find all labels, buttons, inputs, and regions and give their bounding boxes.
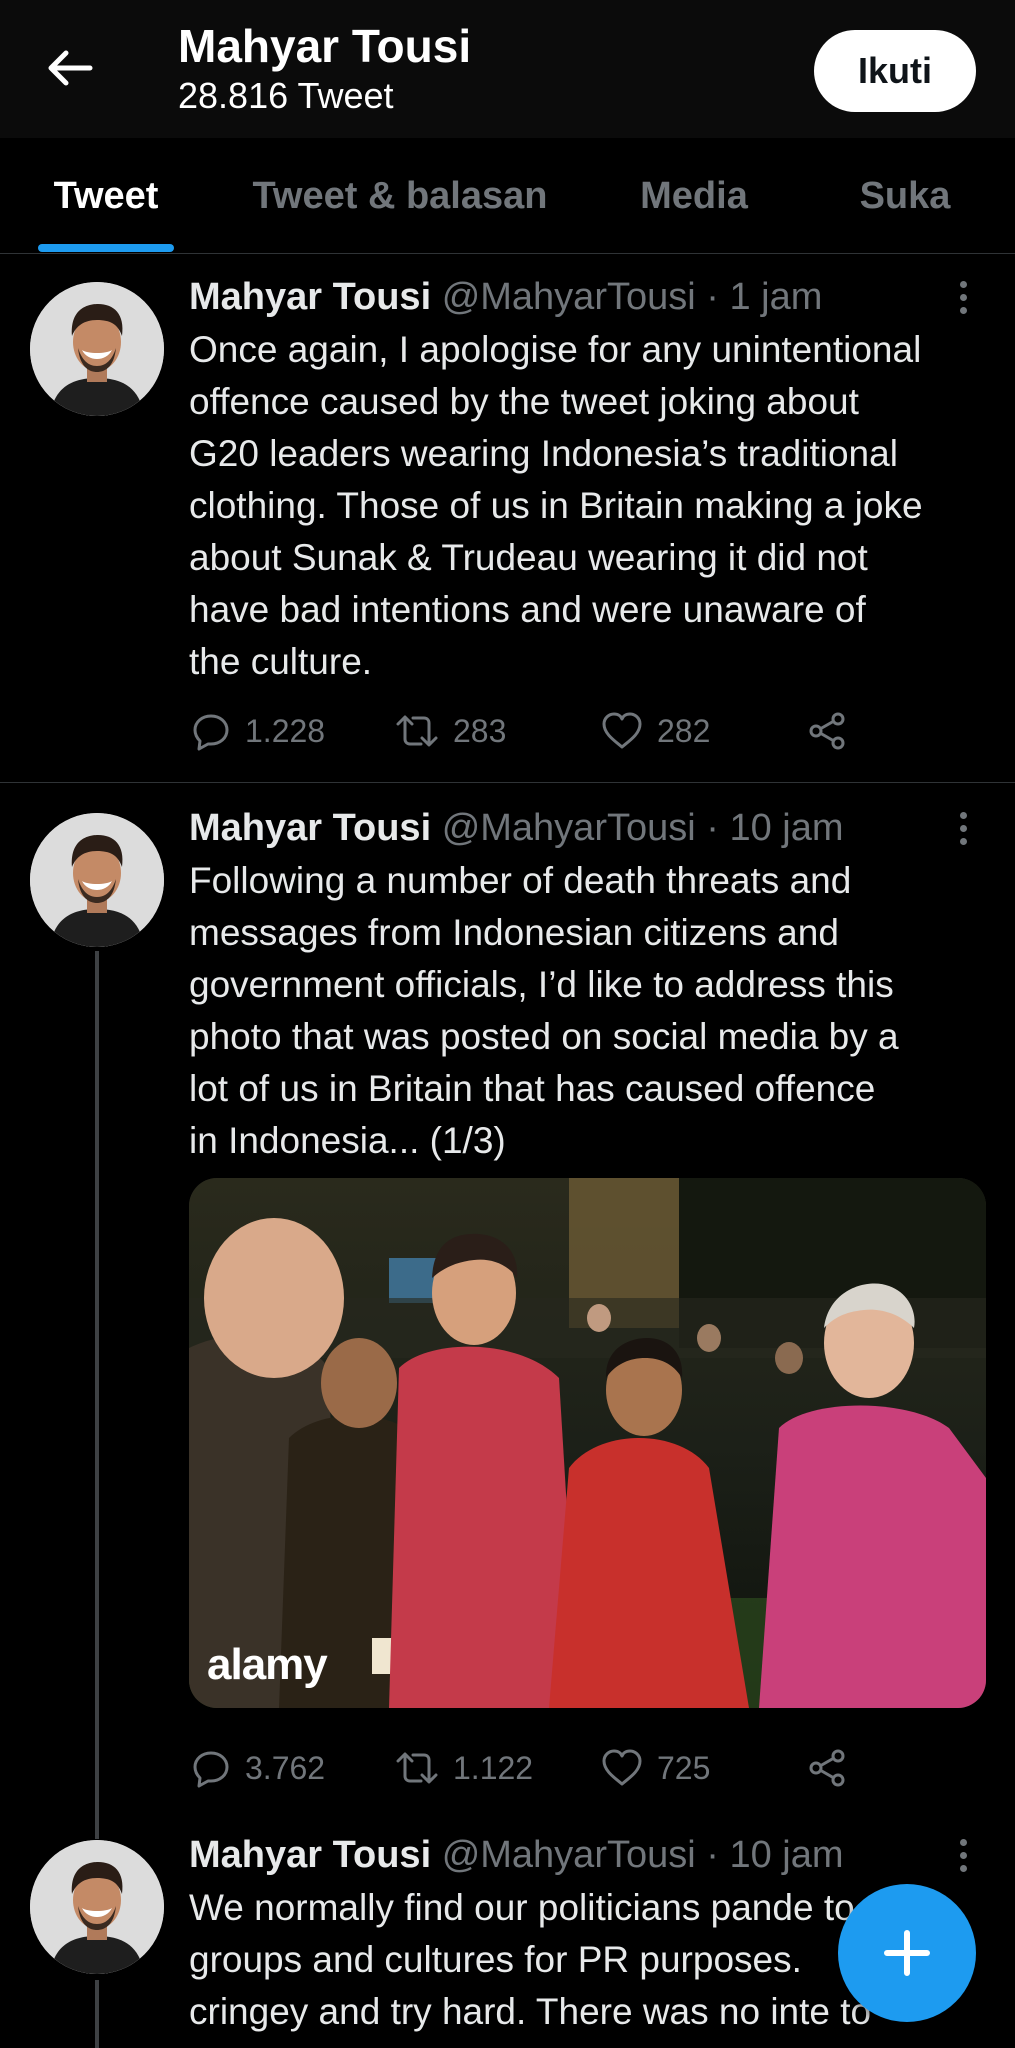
share-button[interactable]: [807, 706, 847, 756]
tweet-2[interactable]: Mahyar Tousi @MahyarTousi · 10 jam Follo…: [0, 783, 1015, 1839]
retweet-count: 283: [453, 712, 507, 749]
avatar[interactable]: [30, 813, 164, 947]
avatar[interactable]: [30, 1840, 164, 1974]
share-icon: [809, 712, 845, 750]
back-button[interactable]: [40, 38, 100, 98]
reply-count: 3.762: [245, 1749, 326, 1786]
avatar-image: [30, 282, 164, 416]
author-name[interactable]: Mahyar Tousi: [189, 807, 431, 849]
photo-watermark: alamy: [207, 1640, 328, 1689]
tweet-time: · 1 jam: [706, 276, 823, 318]
compose-tweet-button[interactable]: [838, 1884, 976, 2022]
arrow-left-icon: [48, 50, 93, 86]
avatar-image: [30, 813, 164, 947]
more-options-button[interactable]: [948, 805, 978, 851]
tweet-count: 28.816 Tweet: [178, 75, 394, 116]
like-count: 282: [657, 712, 711, 749]
reply-button[interactable]: 3.762: [191, 1743, 325, 1793]
retweet-icon: [396, 715, 438, 747]
tweet-header: Mahyar Tousi @MahyarTousi · 1 jam: [189, 274, 822, 320]
tweet-text: Following a number of death threats and …: [189, 860, 899, 1161]
reply-count: 1.228: [245, 712, 326, 749]
author-handle[interactable]: @MahyarTousi: [442, 1834, 696, 1876]
tweet-photo[interactable]: alamy: [189, 1178, 986, 1708]
like-button[interactable]: 282: [601, 706, 710, 756]
tweet-time: · 10 jam: [706, 1834, 844, 1876]
tab-tweet-replies[interactable]: Tweet & balasan: [232, 138, 568, 254]
more-options-button[interactable]: [948, 1832, 978, 1878]
tweet-actions: 3.762 1.122 725: [189, 1743, 889, 1793]
plus-icon: [884, 1930, 930, 1976]
avatar[interactable]: [30, 282, 164, 416]
tab-tweet[interactable]: Tweet: [20, 138, 192, 254]
heart-icon: [602, 712, 642, 749]
thread-line: [95, 1980, 99, 2048]
retweet-button[interactable]: 1.122: [395, 1743, 533, 1793]
tweet-text: Once again, I apologise for any unintent…: [189, 329, 923, 682]
tweet-time: · 10 jam: [706, 807, 844, 849]
like-button[interactable]: 725: [601, 1743, 710, 1793]
active-tab-indicator: [38, 244, 174, 252]
profile-name: Mahyar Tousi: [178, 20, 472, 72]
more-vertical-icon: [959, 1838, 967, 1846]
profile-header: Mahyar Tousi 28.816 Tweet Ikuti: [0, 0, 1015, 138]
tab-likes[interactable]: Suka: [820, 138, 990, 254]
retweet-count: 1.122: [453, 1749, 534, 1786]
tab-media[interactable]: Media: [612, 138, 776, 254]
more-vertical-icon: [959, 811, 967, 819]
author-name[interactable]: Mahyar Tousi: [189, 276, 431, 318]
heart-icon: [602, 1749, 642, 1786]
retweet-button[interactable]: 283: [395, 706, 506, 756]
more-vertical-icon: [959, 280, 967, 288]
author-name[interactable]: Mahyar Tousi: [189, 1834, 431, 1876]
reply-bubble-icon: [193, 714, 229, 751]
follow-button[interactable]: Ikuti: [814, 30, 976, 112]
author-handle[interactable]: @MahyarTousi: [442, 276, 696, 318]
more-options-button[interactable]: [948, 274, 978, 320]
share-icon: [809, 1749, 845, 1787]
reply-bubble-icon: [193, 1751, 229, 1788]
retweet-icon: [396, 1752, 438, 1784]
tweet-header: Mahyar Tousi @MahyarTousi · 10 jam: [189, 1832, 844, 1878]
tweet-actions: 1.228 283 282: [189, 706, 889, 756]
share-button[interactable]: [807, 1743, 847, 1793]
photo-image: [189, 1178, 986, 1708]
like-count: 725: [657, 1749, 711, 1786]
profile-tabs: Tweet Tweet & balasan Media Suka: [0, 138, 1015, 254]
tweet-1[interactable]: Mahyar Tousi @MahyarTousi · 1 jam Once a…: [0, 256, 1015, 782]
tweet-header: Mahyar Tousi @MahyarTousi · 10 jam: [189, 805, 844, 851]
reply-button[interactable]: 1.228: [191, 706, 325, 756]
profile-title-block: Mahyar Tousi 28.816 Tweet: [178, 18, 471, 118]
author-handle[interactable]: @MahyarTousi: [442, 807, 696, 849]
avatar-image: [30, 1840, 164, 1974]
thread-line: [95, 951, 99, 1839]
